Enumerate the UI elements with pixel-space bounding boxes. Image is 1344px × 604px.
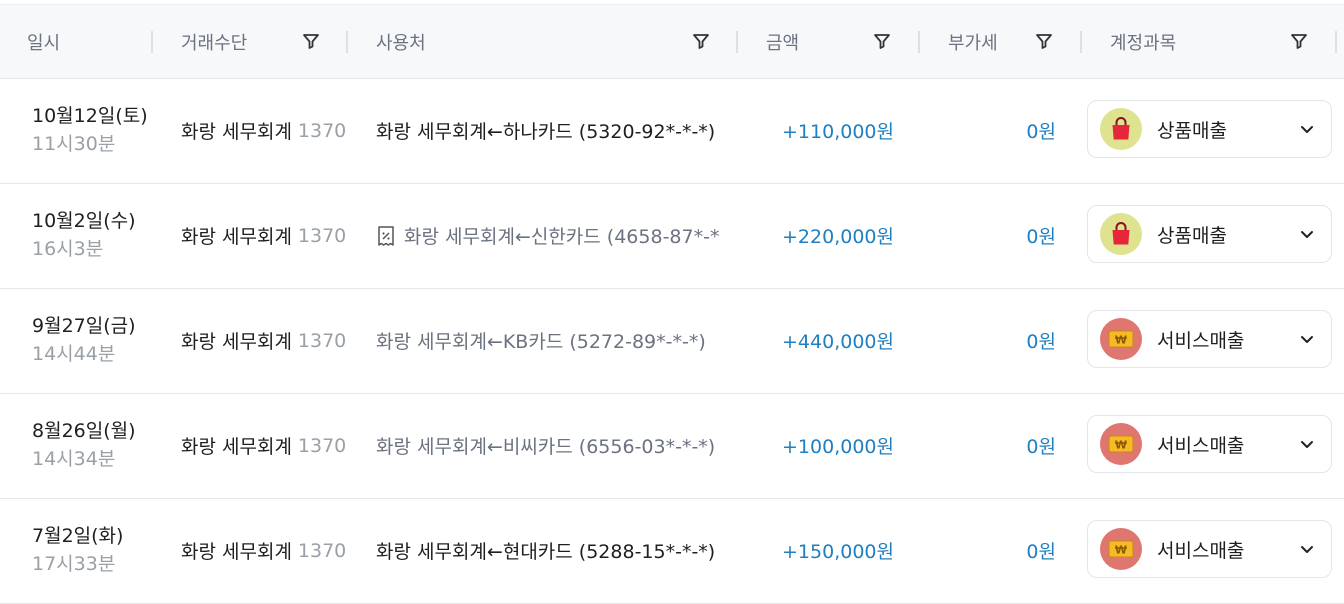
payment-method: 화랑 세무회계 1370 <box>181 288 346 393</box>
table-row[interactable]: 9월27일(금) 14시44분 화랑 세무회계 1370 화랑 세무회계←KB카드… <box>0 288 1344 394</box>
method-filter-icon[interactable] <box>301 31 321 51</box>
transaction-date: 10월12일(토) <box>32 105 148 127</box>
vendor: 화랑 세무회계←현대카드 (5288-15*-*-*) <box>376 541 716 563</box>
account-label: 서비스매출 <box>1157 539 1245 562</box>
vendor: 화랑 세무회계←신한카드 (4658-87*-* <box>376 183 738 288</box>
won-coin-icon: ₩ <box>1100 318 1142 360</box>
table-row[interactable]: 10월12일(토) 11시30분 화랑 세무회계 1370 화랑 세무회계←하나카… <box>0 78 1344 184</box>
payment-method-name: 화랑 세무회계 <box>181 226 292 248</box>
column-divider[interactable] <box>151 31 153 53</box>
vendor-filter-icon[interactable] <box>691 31 711 51</box>
account-label: 서비스매출 <box>1157 434 1245 457</box>
receipt-icon[interactable] <box>376 225 396 247</box>
shopping-bag-icon <box>1100 108 1142 150</box>
payment-method: 화랑 세무회계 1370 <box>181 498 346 603</box>
payment-method-number: 1370 <box>297 119 347 142</box>
payment-method-name: 화랑 세무회계 <box>181 121 292 143</box>
transaction-time: 16시3분 <box>32 238 104 260</box>
vat: 0원 <box>1026 121 1056 143</box>
column-divider[interactable] <box>918 31 920 53</box>
svg-text:₩: ₩ <box>1115 544 1127 557</box>
vendor: 화랑 세무회계←KB카드 (5272-89*-*-*) <box>376 331 706 353</box>
account-select[interactable]: 상품매출 <box>1087 100 1332 158</box>
account-label: 서비스매출 <box>1157 329 1245 352</box>
account-select[interactable]: ₩ 서비스매출 <box>1087 520 1332 578</box>
payment-method-number: 1370 <box>297 434 347 457</box>
amount-filter-icon[interactable] <box>872 31 892 51</box>
svg-text:₩: ₩ <box>1115 334 1127 347</box>
shopping-bag-icon <box>1100 213 1142 255</box>
payment-method: 화랑 세무회계 1370 <box>181 393 346 498</box>
table-header: 일시 거래수단 사용처 금액 부가세 계정과목 <box>0 4 1344 79</box>
won-coin-icon: ₩ <box>1100 423 1142 465</box>
vat: 0원 <box>1026 331 1056 353</box>
amount: +440,000원 <box>782 331 894 353</box>
column-header-vendor[interactable]: 사용처 <box>376 5 426 78</box>
payment-method-number: 1370 <box>297 224 347 247</box>
transaction-time: 11시30분 <box>32 133 116 155</box>
vat: 0원 <box>1026 226 1056 248</box>
transaction-time: 14시44분 <box>32 343 116 365</box>
column-header-date[interactable]: 일시 <box>27 5 60 78</box>
column-header-method[interactable]: 거래수단 <box>181 5 247 78</box>
payment-method: 화랑 세무회계 1370 <box>181 78 346 183</box>
column-divider[interactable] <box>346 31 348 53</box>
vat-filter-icon[interactable] <box>1034 31 1054 51</box>
column-header-vat[interactable]: 부가세 <box>948 5 998 78</box>
amount: +100,000원 <box>782 436 894 458</box>
column-divider[interactable] <box>1335 31 1337 53</box>
vendor: 화랑 세무회계←비씨카드 (6556-03*-*-*) <box>376 436 716 458</box>
transaction-date: 7월2일(화) <box>32 525 124 547</box>
vendor-text: 화랑 세무회계←신한카드 (4658-87*-* <box>404 226 720 248</box>
column-divider[interactable] <box>1080 31 1082 53</box>
column-divider[interactable] <box>736 31 738 53</box>
transaction-date: 10월2일(수) <box>32 210 136 232</box>
account-label: 상품매출 <box>1157 224 1227 247</box>
amount: +150,000원 <box>782 541 894 563</box>
account-select[interactable]: ₩ 서비스매출 <box>1087 415 1332 473</box>
column-header-amount[interactable]: 금액 <box>766 5 799 78</box>
payment-method-number: 1370 <box>297 539 347 562</box>
vat: 0원 <box>1026 436 1056 458</box>
vendor: 화랑 세무회계←하나카드 (5320-92*-*-*) <box>376 121 716 143</box>
chevron-down-icon <box>1301 336 1313 343</box>
chevron-down-icon <box>1301 546 1313 553</box>
payment-method-name: 화랑 세무회계 <box>181 541 292 563</box>
vat: 0원 <box>1026 541 1056 563</box>
table-row[interactable]: 8월26일(월) 14시34분 화랑 세무회계 1370 화랑 세무회계←비씨카드… <box>0 393 1344 499</box>
table-row[interactable]: 7월2일(화) 17시33분 화랑 세무회계 1370 화랑 세무회계←현대카드 … <box>0 498 1344 604</box>
won-coin-icon: ₩ <box>1100 528 1142 570</box>
amount: +220,000원 <box>782 226 894 248</box>
chevron-down-icon <box>1301 441 1313 448</box>
payment-method-number: 1370 <box>297 329 347 352</box>
table-row[interactable]: 10월2일(수) 16시3분 화랑 세무회계 1370 화랑 세무회계←신한카드 … <box>0 183 1344 289</box>
transaction-time: 14시34분 <box>32 448 116 470</box>
transaction-date: 9월27일(금) <box>32 315 136 337</box>
account-label: 상품매출 <box>1157 119 1227 142</box>
transaction-date: 8월26일(월) <box>32 420 136 442</box>
account-select[interactable]: 상품매출 <box>1087 205 1332 263</box>
chevron-down-icon <box>1301 231 1313 238</box>
svg-text:₩: ₩ <box>1115 439 1127 452</box>
amount: +110,000원 <box>782 121 894 143</box>
chevron-down-icon <box>1301 126 1313 133</box>
column-header-account[interactable]: 계정과목 <box>1110 5 1176 78</box>
payment-method-name: 화랑 세무회계 <box>181 331 292 353</box>
account-select[interactable]: ₩ 서비스매출 <box>1087 310 1332 368</box>
payment-method-name: 화랑 세무회계 <box>181 436 292 458</box>
payment-method: 화랑 세무회계 1370 <box>181 183 346 288</box>
account-filter-icon[interactable] <box>1289 31 1309 51</box>
transaction-time: 17시33분 <box>32 553 116 575</box>
